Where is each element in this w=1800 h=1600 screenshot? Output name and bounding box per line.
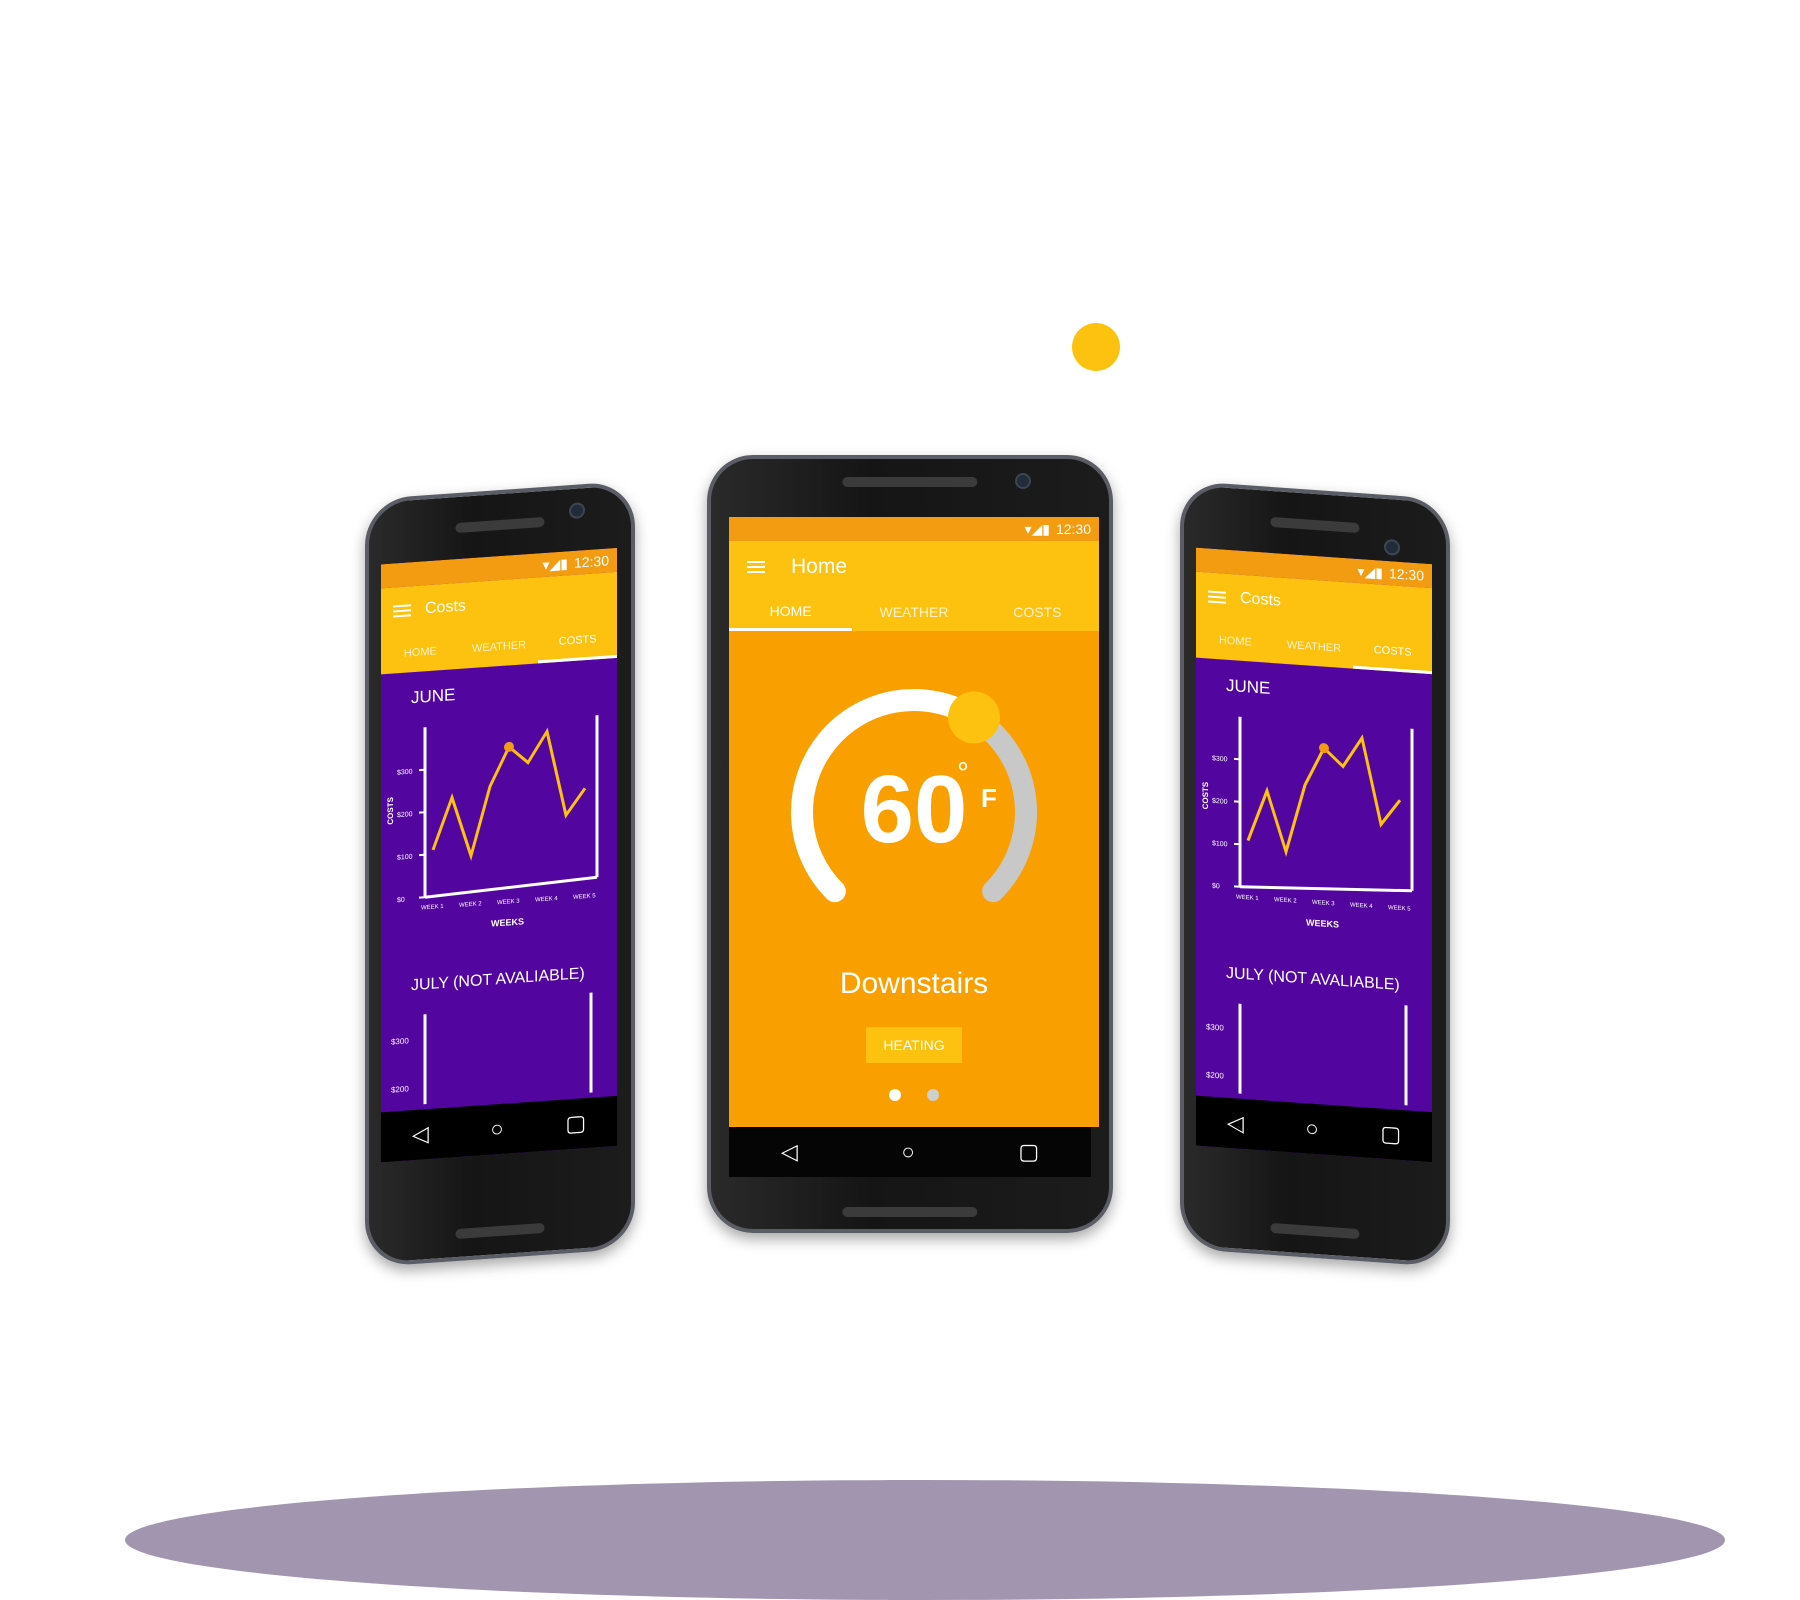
speaker-grille — [1270, 517, 1359, 533]
tab-weather[interactable]: WEATHER — [852, 593, 975, 631]
july-tick: $200 — [1206, 1070, 1224, 1080]
home-circle-icon[interactable]: ○ — [901, 1139, 914, 1165]
tab-costs[interactable]: COSTS — [538, 620, 617, 664]
tab-weather[interactable]: WEATHER — [1275, 625, 1354, 669]
tab-home[interactable]: HOME — [381, 631, 460, 675]
status-time: 12:30 — [1056, 521, 1091, 537]
app-title: Home — [791, 555, 847, 579]
x-tick-label: WEEK 5 — [1388, 905, 1411, 913]
home-screen: ▾◢▮ 12:30 Home HOME WEATHER COSTS 60 ° F… — [729, 517, 1099, 1127]
page-dot[interactable] — [927, 1089, 939, 1101]
y-axis-label: COSTS — [1201, 781, 1210, 810]
app-title: Costs — [425, 597, 466, 618]
x-axis — [425, 877, 597, 897]
speaker-grille — [1270, 1223, 1359, 1239]
decorative-dot — [1072, 323, 1120, 371]
costs-screen-left: ▾◢▮ 12:30 Costs HOME WEATHER COSTS JUNE … — [381, 548, 617, 1163]
y-tick-label: $200 — [397, 811, 413, 819]
recents-icon[interactable]: ▢ — [565, 1110, 586, 1137]
back-icon[interactable]: ◁ — [1227, 1110, 1244, 1137]
tab-home[interactable]: HOME — [1196, 620, 1275, 664]
camera — [569, 502, 585, 519]
phone-left: ▾◢▮ 12:30 Costs HOME WEATHER COSTS JUNE … — [365, 481, 635, 1268]
phone-center: ▾◢▮ 12:30 Home HOME WEATHER COSTS 60 ° F… — [707, 455, 1113, 1233]
x-tick-label: WEEK 4 — [1350, 902, 1373, 910]
thermostat-dial[interactable]: 60 ° F — [779, 677, 1049, 947]
degree-symbol: ° — [957, 757, 969, 791]
x-tick-label: WEEK 3 — [497, 899, 520, 907]
costs-chart: $0 $100 $200 $300 WEEK 1 WEEK 2 WEEK 3 WEEK 4 WE… — [381, 694, 617, 951]
july-tick: $300 — [391, 1036, 409, 1046]
x-tick-label: WEEK 2 — [459, 901, 482, 909]
july-tick: $200 — [391, 1084, 409, 1094]
menu-icon[interactable] — [1208, 591, 1226, 604]
nav-bar: ◁ ○ ▢ — [729, 1127, 1091, 1177]
wifi-icon: ▾◢▮ — [1357, 562, 1383, 581]
nav-bar: ◁ ○ ▢ — [1196, 1096, 1432, 1163]
room-name: Downstairs — [729, 967, 1099, 1001]
back-icon[interactable]: ◁ — [412, 1121, 429, 1148]
x-tick-label: WEEK 5 — [573, 893, 596, 901]
speaker-grille — [455, 1223, 544, 1239]
temperature-value: 60 — [779, 755, 1049, 865]
menu-icon[interactable] — [393, 604, 411, 617]
x-tick-label: WEEK 4 — [535, 896, 558, 904]
floor-shadow — [125, 1480, 1725, 1600]
home-circle-icon[interactable]: ○ — [1305, 1115, 1318, 1142]
home-circle-icon[interactable]: ○ — [490, 1116, 503, 1143]
status-time: 12:30 — [1389, 565, 1424, 583]
menu-icon[interactable] — [747, 561, 765, 573]
camera — [1015, 473, 1031, 489]
unit-letter: F — [981, 783, 997, 814]
y-tick-label: $0 — [397, 897, 405, 905]
x-tick-label: WEEK 1 — [421, 904, 444, 912]
page-indicator — [729, 1089, 1099, 1101]
app-bar: Costs HOME WEATHER COSTS — [381, 572, 617, 675]
x-tick-label: WEEK 3 — [1312, 900, 1335, 908]
x-tick-label: WEEK 2 — [1274, 897, 1297, 905]
y-tick-label: $100 — [1212, 840, 1228, 848]
wifi-icon: ▾◢▮ — [542, 555, 568, 574]
costs-screen-right: ▾◢▮ 12:30 Costs HOME WEATHER COSTS JUNE … — [1196, 548, 1432, 1163]
july-chart-placeholder: $300 $200 — [381, 981, 617, 1108]
camera — [1384, 539, 1400, 556]
x-axis-label: WEEKS — [491, 916, 524, 928]
y-tick-label: $100 — [397, 854, 413, 862]
y-tick-label: $300 — [397, 769, 413, 777]
july-chart-placeholder: $300 $200 — [1196, 981, 1432, 1108]
status-time: 12:30 — [574, 552, 609, 570]
speaker-grille — [842, 477, 977, 487]
x-tick-label: WEEK 1 — [1236, 894, 1259, 902]
july-tick: $300 — [1206, 1022, 1224, 1032]
costs-chart: $0 $100 $200 $300 WEEK 1 WEEK 2 WEEK 3 WEEK 4 WE… — [1196, 694, 1432, 951]
recents-icon[interactable]: ▢ — [1018, 1139, 1039, 1165]
tab-bar: HOME WEATHER COSTS — [729, 593, 1099, 631]
x-axis — [1240, 879, 1412, 899]
tab-weather[interactable]: WEATHER — [460, 625, 539, 669]
recents-icon[interactable]: ▢ — [1380, 1121, 1401, 1148]
app-title: Costs — [1240, 590, 1281, 611]
y-tick-label: $300 — [1212, 755, 1228, 763]
page-dot-active[interactable] — [889, 1089, 901, 1101]
speaker-grille — [842, 1207, 977, 1217]
app-bar: Costs HOME WEATHER COSTS — [1196, 572, 1432, 675]
heating-button[interactable]: HEATING — [866, 1027, 962, 1063]
back-icon[interactable]: ◁ — [781, 1139, 798, 1165]
status-bar: ▾◢▮ 12:30 — [729, 517, 1099, 541]
tab-costs[interactable]: COSTS — [1353, 631, 1432, 675]
speaker-grille — [455, 517, 544, 533]
x-axis-label: WEEKS — [1306, 917, 1339, 929]
tab-costs[interactable]: COSTS — [976, 593, 1099, 631]
tab-home[interactable]: HOME — [729, 593, 852, 631]
y-tick-label: $200 — [1212, 798, 1228, 806]
dial-handle[interactable] — [948, 691, 1000, 743]
y-tick-label: $0 — [1212, 883, 1220, 891]
phone-right: ▾◢▮ 12:30 Costs HOME WEATHER COSTS JUNE … — [1180, 481, 1450, 1268]
y-axis-label: COSTS — [386, 796, 395, 825]
wifi-icon: ▾◢▮ — [1024, 521, 1050, 538]
app-bar: Home HOME WEATHER COSTS — [729, 541, 1099, 631]
nav-bar: ◁ ○ ▢ — [381, 1096, 617, 1163]
